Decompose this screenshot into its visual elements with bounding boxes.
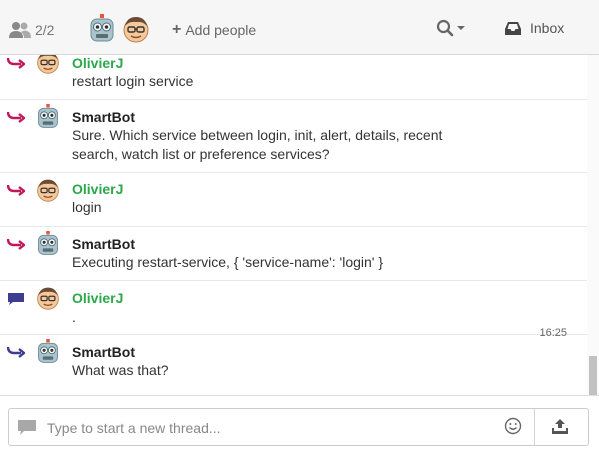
message-text: login xyxy=(72,199,102,215)
new-thread-input[interactable] xyxy=(45,416,499,440)
emoji-icon[interactable] xyxy=(504,417,522,435)
reply-arrow-icon xyxy=(7,111,25,123)
robot-icon xyxy=(38,104,58,128)
scrollbar-thumb[interactable] xyxy=(589,356,597,395)
user-face-icon xyxy=(37,179,59,202)
composer xyxy=(8,408,589,446)
robot-icon xyxy=(90,14,114,42)
message-item[interactable]: SmartBot What was that? xyxy=(0,335,587,395)
message-item[interactable]: SmartBot Sure. Which service between log… xyxy=(0,100,587,173)
add-people-button[interactable]: + Add people xyxy=(172,21,256,39)
smartbot-avatar[interactable] xyxy=(87,14,117,47)
upload-icon[interactable] xyxy=(551,418,569,435)
participants-button[interactable]: 2/2 xyxy=(9,20,54,40)
inbox-label: Inbox xyxy=(530,20,565,36)
participants-count: 2/2 xyxy=(35,22,55,38)
message-author[interactable]: SmartBot xyxy=(72,344,135,360)
search-dropdown-button[interactable] xyxy=(436,19,466,37)
people-icon xyxy=(9,22,31,38)
conversation-header: 2/2 + Add people Inbox xyxy=(0,0,599,55)
composer-area xyxy=(0,395,599,453)
message-item[interactable]: OlivierJ restart login service xyxy=(0,55,587,100)
participant-avatars xyxy=(87,14,151,47)
message-author[interactable]: OlivierJ xyxy=(72,181,123,197)
message-author[interactable]: OlivierJ xyxy=(72,55,123,71)
message-text: restart login service xyxy=(72,73,194,89)
user-face-icon xyxy=(123,17,149,43)
message-text: What was that? xyxy=(72,362,169,378)
message-item[interactable]: SmartBot Executing restart-service, { 's… xyxy=(0,227,587,281)
message-text: Sure. Which service between login, init,… xyxy=(72,127,443,162)
message-item[interactable]: OlivierJ . 16:25 xyxy=(0,281,587,339)
user-face-icon xyxy=(37,287,59,310)
message-author[interactable]: SmartBot xyxy=(72,109,135,125)
user-face-icon xyxy=(37,55,59,74)
chat-bubble-icon xyxy=(18,420,36,435)
reply-arrow-icon xyxy=(7,238,25,250)
caret-down-icon xyxy=(457,26,465,30)
message-author[interactable]: SmartBot xyxy=(72,236,135,252)
message-text: . xyxy=(72,309,76,325)
robot-icon xyxy=(38,339,58,363)
plus-icon: + xyxy=(172,21,182,38)
search-icon xyxy=(436,19,465,37)
reply-arrow-icon xyxy=(7,184,25,196)
reply-arrow-icon xyxy=(7,57,25,69)
message-scrollbar[interactable] xyxy=(587,55,599,395)
chat-bubble-icon xyxy=(8,293,24,305)
message-item[interactable]: OlivierJ login xyxy=(0,173,587,227)
inbox-icon xyxy=(505,21,521,35)
composer-divider xyxy=(534,409,535,445)
message-author[interactable]: OlivierJ xyxy=(72,290,123,306)
inbox-button[interactable]: Inbox xyxy=(504,20,564,36)
add-people-label: Add people xyxy=(185,22,257,38)
reply-arrow-icon xyxy=(7,346,25,358)
olivierj-avatar[interactable] xyxy=(121,14,151,47)
robot-icon xyxy=(38,231,58,255)
message-list: OlivierJ restart login service SmartBot … xyxy=(0,55,587,395)
message-text: Executing restart-service, { 'service-na… xyxy=(72,254,384,270)
